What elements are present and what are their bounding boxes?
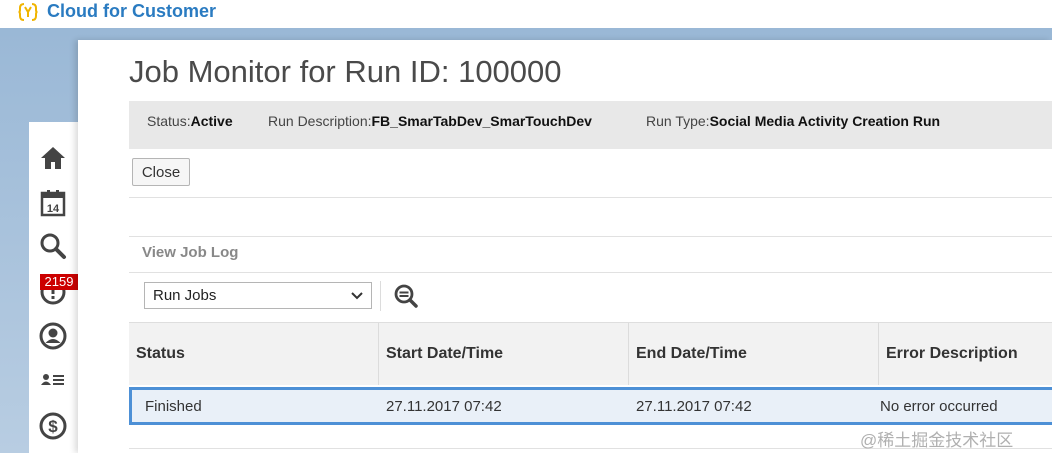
divider bbox=[129, 236, 1052, 237]
column-header-error[interactable]: Error Description bbox=[879, 323, 1052, 385]
page-title: Job Monitor for Run ID: 100000 bbox=[129, 54, 562, 89]
cell-status: Finished bbox=[145, 398, 202, 415]
divider bbox=[129, 197, 1052, 198]
bracket-y-logo bbox=[18, 3, 38, 21]
notification-count-badge: 2159 bbox=[40, 274, 78, 290]
job-type-select[interactable]: Run Jobs bbox=[144, 282, 372, 309]
home-icon[interactable] bbox=[37, 142, 69, 174]
dollar-icon[interactable]: $ bbox=[37, 410, 69, 442]
run-description-label: Run Description: bbox=[268, 113, 372, 129]
run-info-bar: Status:Active Run Description:FB_SmarTab… bbox=[129, 101, 1052, 149]
run-type-label: Run Type: bbox=[646, 113, 710, 129]
run-description-value: FB_SmarTabDev_SmarTouchDev bbox=[371, 113, 592, 129]
watermark: @稀土掘金技术社区 bbox=[860, 431, 1014, 450]
team-list-icon[interactable] bbox=[37, 365, 69, 397]
job-type-select-value: Run Jobs bbox=[153, 287, 217, 304]
toolbar-separator bbox=[380, 281, 381, 311]
table-row[interactable]: Finished 27.11.2017 07:42 27.11.2017 07:… bbox=[129, 387, 1052, 425]
close-button[interactable]: Close bbox=[132, 158, 190, 186]
brand-name: Cloud for Customer bbox=[47, 1, 216, 21]
chevron-down-icon bbox=[351, 292, 363, 300]
search-icon[interactable] bbox=[37, 230, 69, 262]
svg-text:$: $ bbox=[48, 417, 58, 436]
calendar-day: 14 bbox=[47, 203, 60, 215]
user-icon[interactable] bbox=[37, 320, 69, 352]
run-type-info: Run Type:Social Media Activity Creation … bbox=[646, 113, 940, 129]
status-value: Active bbox=[190, 113, 233, 129]
top-header: Cloud for Customer bbox=[0, 0, 1052, 28]
status-label: Status: bbox=[147, 113, 191, 129]
cell-start: 27.11.2017 07:42 bbox=[386, 398, 502, 415]
status-info: Status:Active bbox=[147, 113, 233, 129]
column-header-status[interactable]: Status bbox=[129, 323, 379, 385]
zoom-out-icon[interactable] bbox=[393, 283, 419, 309]
run-description-info: Run Description:FB_SmarTabDev_SmarTouchD… bbox=[268, 113, 592, 129]
run-type-value: Social Media Activity Creation Run bbox=[709, 113, 941, 129]
table-header: Status Start Date/Time End Date/Time Err… bbox=[129, 322, 1052, 385]
column-header-start[interactable]: Start Date/Time bbox=[379, 323, 629, 385]
column-header-end[interactable]: End Date/Time bbox=[629, 323, 879, 385]
calendar-icon[interactable]: 14 bbox=[37, 187, 69, 219]
cell-end: 27.11.2017 07:42 bbox=[636, 398, 752, 415]
divider bbox=[129, 272, 1052, 273]
section-title: View Job Log bbox=[142, 244, 239, 261]
cell-error: No error occurred bbox=[880, 398, 998, 415]
